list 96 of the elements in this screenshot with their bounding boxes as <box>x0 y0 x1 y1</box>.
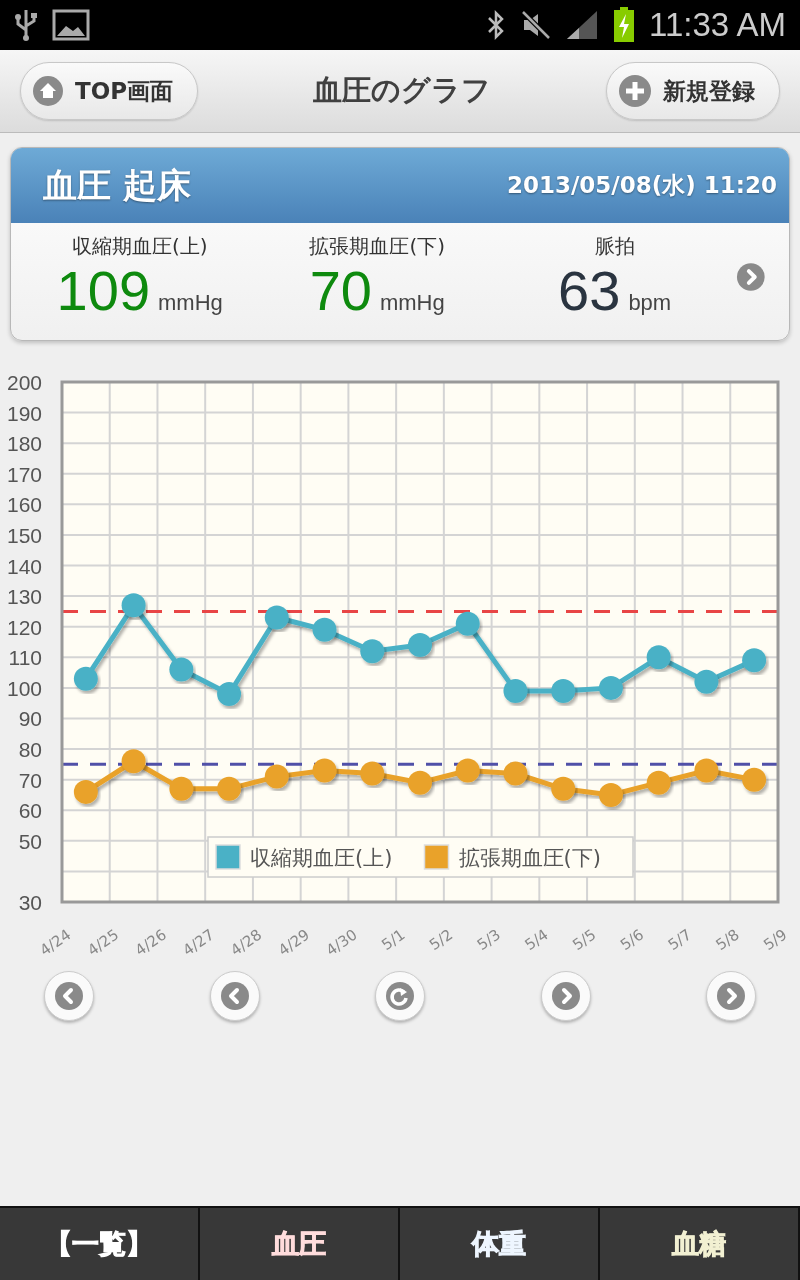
data-point <box>264 764 289 789</box>
plus-icon <box>619 75 651 107</box>
data-point <box>646 644 671 669</box>
axis-label: 4/26 <box>131 925 170 957</box>
reading-value: 63 <box>558 260 621 322</box>
axis-label: 4/28 <box>227 925 266 957</box>
axis-label: 180 <box>6 431 42 455</box>
data-point <box>408 770 432 795</box>
data-point <box>217 776 242 801</box>
data-point <box>408 632 432 657</box>
axis-label: 5/6 <box>617 925 648 954</box>
nav-button[interactable] <box>375 970 425 1021</box>
signal-icon <box>565 9 599 41</box>
axis-label: 5/4 <box>521 925 552 954</box>
data-point <box>121 592 146 617</box>
home-icon <box>33 76 63 106</box>
reading-label: 脈拍 <box>594 233 635 260</box>
data-point <box>503 761 528 786</box>
axis-label: 5/7 <box>664 925 695 954</box>
reading-value: 109 <box>56 260 151 322</box>
nav-button[interactable] <box>44 970 94 1021</box>
new-entry-button[interactable]: 新規登録 <box>606 62 780 120</box>
muted-speaker-icon <box>521 10 551 40</box>
axis-label: 150 <box>6 523 42 547</box>
axis-label: 140 <box>6 554 42 578</box>
data-point <box>73 666 98 691</box>
axis-label: 100 <box>6 676 42 700</box>
page-title: 血圧のグラフ <box>313 72 492 109</box>
axis-label: 30 <box>18 890 42 914</box>
nav-button[interactable] <box>540 970 591 1021</box>
axis-label: 5/9 <box>760 925 791 954</box>
axis-label: 5/2 <box>426 925 457 954</box>
data-point <box>742 767 767 792</box>
usb-icon <box>14 8 38 42</box>
reading-value: 70 <box>309 260 372 322</box>
data-point <box>455 611 480 636</box>
tab[interactable]: 血圧 <box>200 1208 400 1280</box>
axis-label: 80 <box>18 737 42 761</box>
data-point <box>694 669 719 694</box>
image-icon <box>52 9 90 41</box>
axis-label: 4/30 <box>322 925 361 957</box>
tab[interactable]: 血糖 <box>600 1208 800 1280</box>
axis-label: 170 <box>6 462 42 486</box>
data-point <box>455 758 480 783</box>
reading-unit: mmHg <box>379 290 445 316</box>
data-point <box>694 758 719 783</box>
axis-label: 120 <box>6 615 42 639</box>
reading-label: 収縮期血圧(上) <box>71 233 208 260</box>
axis-label: 4/27 <box>179 925 218 957</box>
axis-label: 90 <box>18 707 42 731</box>
data-point <box>121 748 146 773</box>
data-point <box>169 776 194 801</box>
axis-label: 60 <box>18 798 42 822</box>
data-point <box>551 776 576 801</box>
legend-label: 拡張期血圧(下) <box>458 845 601 870</box>
data-point <box>360 638 385 663</box>
axis-label: 160 <box>6 492 42 516</box>
axis-label: 4/25 <box>84 925 123 957</box>
data-point <box>360 761 385 786</box>
tab[interactable]: 【一覧】 <box>0 1208 200 1280</box>
nav-button[interactable] <box>706 970 756 1021</box>
data-point <box>503 678 528 703</box>
reading-label: 拡張期血圧(下) <box>309 233 445 260</box>
axis-label: 5/5 <box>569 925 600 954</box>
data-point <box>312 617 337 642</box>
axis-label: 5/1 <box>378 925 409 954</box>
axis-label: 200 <box>6 370 42 394</box>
data-point <box>264 605 289 630</box>
record-title: 血圧 起床 <box>43 163 191 207</box>
data-point <box>551 678 576 703</box>
reading-unit: bpm <box>628 290 672 316</box>
data-point <box>598 675 623 700</box>
axis-label: 4/24 <box>36 925 75 957</box>
data-point <box>742 647 767 672</box>
axis-label: 5/8 <box>712 925 743 954</box>
axis-label: 50 <box>18 829 42 853</box>
data-point <box>312 758 337 783</box>
axis-label: 5/3 <box>473 925 504 954</box>
tab[interactable]: 体重 <box>400 1208 600 1280</box>
reading-unit: mmHg <box>158 290 223 316</box>
axis-label: 130 <box>6 584 42 608</box>
data-point <box>217 681 242 706</box>
legend-label: 収縮期血圧(上) <box>250 845 393 870</box>
status-time: 11:33 AM <box>649 6 786 44</box>
nav-button[interactable] <box>209 970 260 1021</box>
axis-label: 190 <box>6 401 42 425</box>
data-point <box>646 770 671 795</box>
top-button[interactable]: TOP画面 <box>20 62 199 120</box>
data-point <box>73 779 98 804</box>
battery-charging-icon <box>613 7 635 43</box>
data-point <box>169 657 194 682</box>
data-point <box>598 782 623 807</box>
axis-label: 110 <box>8 645 42 669</box>
axis-label: 4/29 <box>275 925 313 957</box>
record-datetime: 2013/05/08(水) 11:20 <box>506 171 777 200</box>
axis-label: 70 <box>18 768 42 792</box>
